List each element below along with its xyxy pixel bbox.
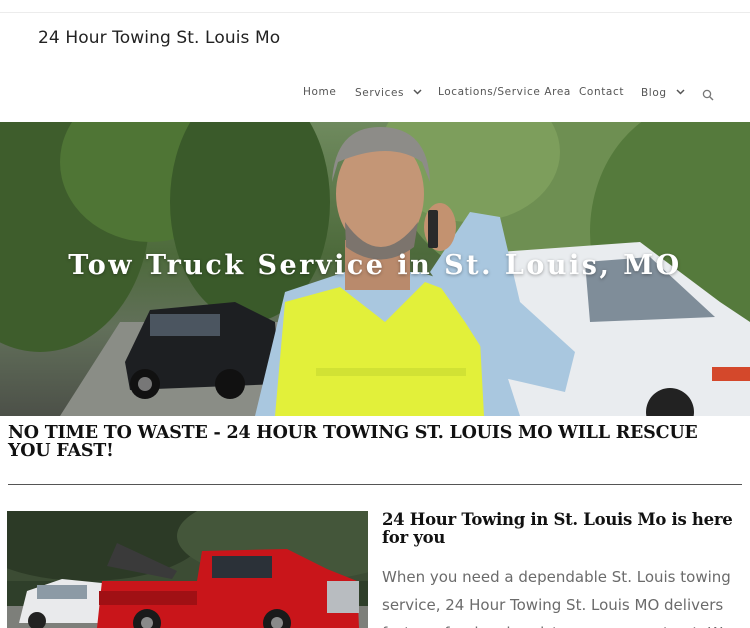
nav-item-label: Locations/Service Area <box>438 86 571 98</box>
hero-title: Tow Truck Service in St. Louis, MO <box>68 250 682 281</box>
nav-item-label: Services <box>355 87 405 99</box>
chevron-down-icon <box>413 86 422 98</box>
nav-item-locations[interactable]: Locations/Service Area <box>438 86 571 98</box>
top-border <box>0 0 750 13</box>
tow-truck-image <box>7 511 368 628</box>
nav-item-label: Home <box>303 86 337 98</box>
nav-item-contact[interactable]: Contact <box>579 86 624 98</box>
nav-item-label: Contact <box>579 86 625 98</box>
nav-item-home[interactable]: Home <box>303 86 336 98</box>
nav-item-blog[interactable]: Blog <box>641 86 685 99</box>
site-title[interactable]: 24 Hour Towing St. Louis Mo <box>38 28 280 48</box>
chevron-down-icon <box>676 86 685 98</box>
search-icon[interactable] <box>702 86 714 105</box>
nav-item-label: Blog <box>641 87 667 99</box>
card-heading: 24 Hour Towing in St. Louis Mo is here f… <box>382 510 733 547</box>
nav-item-services[interactable]: Services <box>355 86 422 99</box>
section-divider <box>8 484 742 485</box>
hero-banner: Tow Truck Service in St. Louis, MO <box>0 122 750 416</box>
card-body-text: When you need a dependable St. Louis tow… <box>382 568 731 628</box>
main-navigation: Home Services Locations/Service Area Con… <box>0 86 750 102</box>
section-heading: NO TIME TO WASTE - 24 HOUR TOWING ST. LO… <box>8 423 698 461</box>
